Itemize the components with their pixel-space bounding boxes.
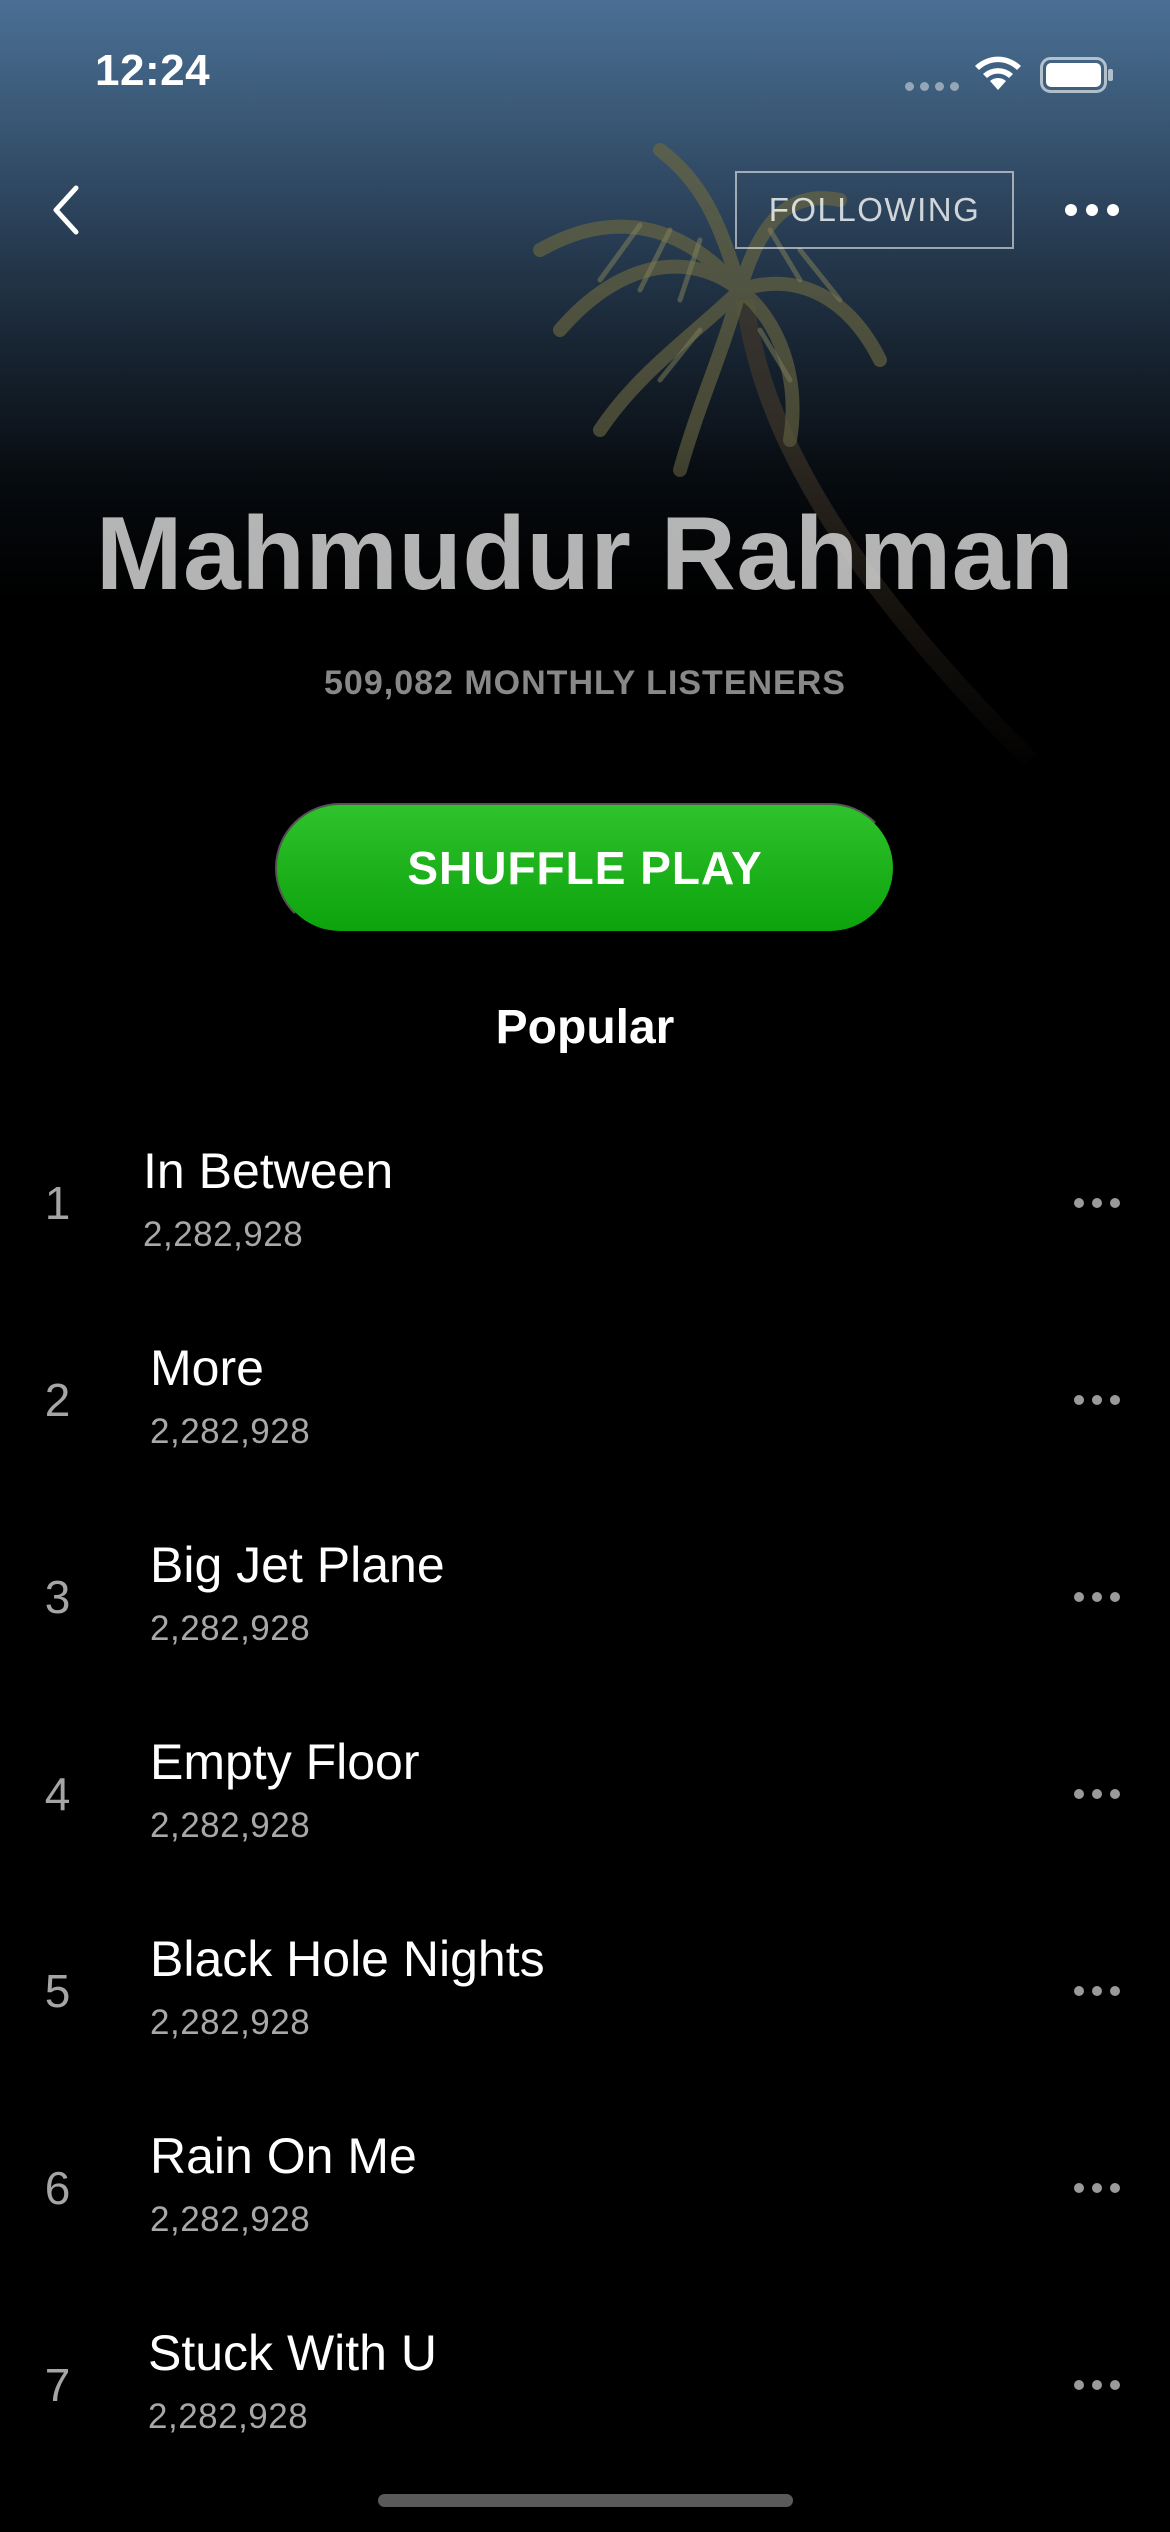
track-number: 6: [44, 2162, 71, 2214]
track-title: Black Hole Nights: [150, 1931, 545, 1987]
track-info: In Between 2,282,928: [143, 1141, 393, 1255]
track-info: Rain On Me 2,282,928: [150, 2126, 417, 2240]
more-horizontal-icon: [1074, 1198, 1084, 1208]
following-button[interactable]: FOLLOWING: [735, 171, 1014, 249]
track-play-count: 2,282,928: [150, 1609, 311, 1648]
more-horizontal-icon: [1074, 1592, 1084, 1602]
track-more-button[interactable]: [1062, 1380, 1132, 1420]
track-number: 7: [44, 2359, 71, 2411]
more-horizontal-icon: [1074, 1395, 1084, 1405]
track-more-button[interactable]: [1062, 1183, 1132, 1223]
track-title: More: [150, 1340, 264, 1396]
monthly-listeners: 509,082 MONTHLY LISTENERS: [324, 664, 846, 702]
track-row[interactable]: 3 Big Jet Plane 2,282,928: [0, 1497, 1170, 1694]
track-info: Empty Floor 2,282,928: [150, 1732, 420, 1846]
track-row[interactable]: 2 More 2,282,928: [0, 1300, 1170, 1497]
more-horizontal-icon: [1074, 2183, 1084, 2193]
track-more-button[interactable]: [1062, 2365, 1132, 2405]
more-horizontal-icon: [1074, 2380, 1084, 2390]
track-more-button[interactable]: [1062, 2168, 1132, 2208]
track-info: Black Hole Nights 2,282,928: [150, 1929, 545, 2043]
track-number: 4: [44, 1768, 71, 1820]
track-play-count: 2,282,928: [143, 1215, 304, 1254]
more-horizontal-icon: [1074, 1986, 1084, 1996]
track-number: 3: [44, 1571, 71, 1623]
track-title: Rain On Me: [150, 2128, 417, 2184]
track-info: More 2,282,928: [150, 1338, 310, 1452]
status-time: 12:24: [95, 46, 211, 95]
more-options-button[interactable]: [1052, 190, 1132, 230]
track-play-count: 2,282,928: [150, 2200, 311, 2239]
track-more-button[interactable]: [1062, 1774, 1132, 1814]
artist-name: Mahmudur Rahman: [95, 496, 1075, 612]
popular-section-title: Popular: [495, 1001, 675, 1054]
cellular-signal-icon: [905, 82, 963, 92]
track-row[interactable]: 6 Rain On Me 2,282,928: [0, 2088, 1170, 2285]
track-title: Big Jet Plane: [150, 1537, 445, 1593]
back-button[interactable]: [36, 170, 96, 250]
track-play-count: 2,282,928: [150, 2003, 311, 2042]
popular-track-list: 1 In Between 2,282,928 2 More 2,282,928 …: [0, 1103, 1170, 2482]
chevron-left-icon: [53, 185, 79, 235]
shuffle-play-button[interactable]: SHUFFLE PLAY: [275, 803, 895, 933]
track-row[interactable]: 7 Stuck With U 2,282,928: [0, 2285, 1170, 2482]
more-horizontal-icon: [1065, 204, 1077, 216]
track-play-count: 2,282,928: [150, 1412, 311, 1451]
track-row[interactable]: 5 Black Hole Nights 2,282,928: [0, 1891, 1170, 2088]
wifi-icon: [975, 56, 1021, 90]
track-number: 5: [44, 1965, 71, 2017]
track-info: Big Jet Plane 2,282,928: [150, 1535, 445, 1649]
track-number: 1: [44, 1177, 71, 1229]
track-title: Stuck With U: [148, 2325, 437, 2381]
track-row[interactable]: 1 In Between 2,282,928: [0, 1103, 1170, 1300]
track-row[interactable]: 4 Empty Floor 2,282,928: [0, 1694, 1170, 1891]
track-more-button[interactable]: [1062, 1577, 1132, 1617]
track-title: Empty Floor: [150, 1734, 420, 1790]
track-title: In Between: [143, 1143, 394, 1199]
track-info: Stuck With U 2,282,928: [148, 2323, 437, 2437]
track-more-button[interactable]: [1062, 1971, 1132, 2011]
home-indicator[interactable]: [378, 2494, 793, 2507]
track-number: 2: [44, 1374, 71, 1426]
battery-icon: [1040, 57, 1113, 93]
track-play-count: 2,282,928: [148, 2397, 309, 2436]
more-horizontal-icon: [1074, 1789, 1084, 1799]
track-play-count: 2,282,928: [150, 1806, 311, 1845]
status-bar: 12:24: [0, 0, 1170, 140]
